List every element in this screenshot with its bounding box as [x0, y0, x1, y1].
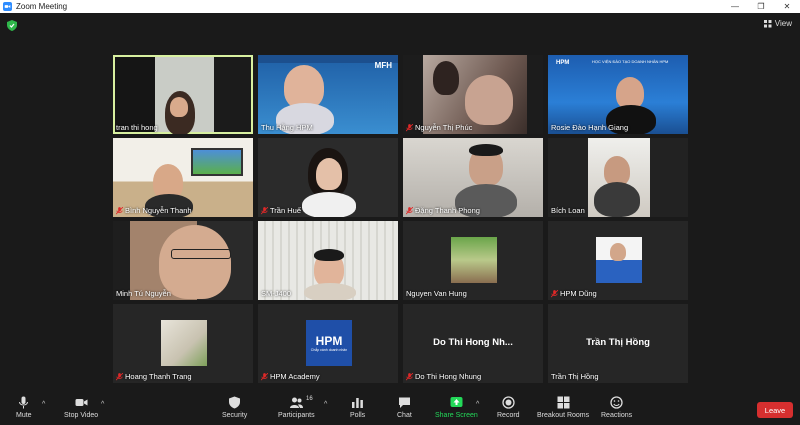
participant-name: Bình Nguyễn Thanh — [125, 206, 192, 215]
video-camera-icon — [75, 399, 88, 406]
banner-logo-text: MFH — [374, 61, 392, 70]
hpm-mini-logo: HPM — [556, 60, 570, 66]
participant-tile[interactable]: HPM Dũng — [548, 221, 688, 300]
view-label: View — [774, 19, 792, 28]
profile-photo — [161, 320, 207, 366]
muted-mic-icon — [406, 372, 413, 380]
participant-tile[interactable]: Trần Huế — [258, 138, 398, 217]
participant-tile[interactable]: HPM HỌC VIỆN ĐÀO TẠO DOANH NHÂN HPM Rosi… — [548, 55, 688, 134]
muted-mic-icon — [116, 206, 123, 214]
meeting-controls-toolbar: Mute ^ Stop Video ^ Security Participant… — [0, 394, 800, 425]
mute-button[interactable]: Mute — [16, 396, 32, 419]
participant-tile[interactable]: Nguyễn Thị Phúc — [403, 55, 543, 134]
participant-name: SM-J400 — [261, 289, 292, 298]
participant-tile[interactable]: MFH Thu Hằng HPM — [258, 55, 398, 134]
participant-tile[interactable]: Bích Loan — [548, 138, 688, 217]
muted-mic-icon — [261, 206, 268, 214]
participant-tile[interactable]: HPM Chắp cánh doanh nhân HPM Academy — [258, 304, 398, 383]
stop-video-label: Stop Video — [64, 412, 99, 419]
muted-mic-icon — [261, 372, 268, 380]
breakout-rooms-icon — [557, 396, 570, 409]
stop-video-button[interactable]: Stop Video — [64, 396, 98, 419]
audio-options-chevron-icon[interactable]: ^ — [42, 401, 45, 408]
participant-name: Hoang Thanh Trang — [125, 372, 192, 381]
mute-label: Mute — [16, 412, 32, 419]
share-screen-label: Share Screen — [435, 412, 478, 419]
close-icon[interactable]: ✕ — [774, 0, 800, 13]
participant-name: HPM Dũng — [560, 289, 597, 298]
banner-text: HỌC VIỆN ĐÀO TẠO DOANH NHÂN HPM — [592, 59, 669, 64]
reactions-label: Reactions — [601, 412, 633, 419]
participant-display-name: Trần Thị Hồng — [586, 337, 650, 348]
participant-name: Do Thi Hong Nhung — [415, 372, 482, 381]
participants-options-chevron-icon[interactable]: ^ — [324, 401, 327, 408]
participant-name: Bích Loan — [551, 206, 585, 215]
participant-tile[interactable]: Trần Thị Hồng Trần Thị Hồng — [548, 304, 688, 383]
participant-name: Rosie Đào Hạnh Giang — [551, 123, 629, 132]
participant-name: Đặng Thanh Phong — [415, 206, 480, 215]
window-title: Zoom Meeting — [16, 2, 68, 11]
participant-name: Nguyen Van Hung — [406, 289, 467, 298]
title-bar: Zoom Meeting — ❐ ✕ — [0, 0, 800, 13]
participant-video — [433, 61, 459, 95]
security-button[interactable]: Security — [222, 396, 247, 419]
reactions-smiley-icon — [610, 396, 623, 409]
participant-tile[interactable]: Minh Tú Nguyễn — [113, 221, 253, 300]
participant-tile[interactable]: Hoang Thanh Trang — [113, 304, 253, 383]
maximize-icon[interactable]: ❐ — [748, 0, 774, 13]
participant-name: Nguyễn Thị Phúc — [415, 123, 473, 132]
participant-name: Trần Huế — [270, 206, 301, 215]
participant-tile[interactable]: Đặng Thanh Phong — [403, 138, 543, 217]
gallery-grid: tran thi hong MFH Thu Hằng HPM Nguyễn Th… — [113, 55, 688, 383]
participant-tile[interactable]: Nguyen Van Hung — [403, 221, 543, 300]
share-screen-icon — [450, 397, 463, 407]
polls-label: Polls — [350, 412, 366, 419]
reactions-button[interactable]: Reactions — [601, 396, 632, 419]
grid-view-icon — [763, 19, 772, 27]
share-screen-button[interactable]: Share Screen — [435, 396, 478, 419]
breakout-rooms-label: Breakout Rooms — [537, 412, 590, 419]
chat-icon — [398, 397, 410, 408]
muted-mic-icon — [406, 206, 413, 214]
participant-count: 16 — [306, 396, 313, 402]
participant-name: Minh Tú Nguyễn — [116, 289, 171, 298]
hpm-logo-photo: HPM Chắp cánh doanh nhân — [306, 320, 352, 366]
security-label: Security — [222, 412, 248, 419]
participant-name: tran thi hong — [116, 123, 158, 132]
participant-name: Trần Thị Hồng — [551, 372, 599, 381]
security-shield-icon — [229, 396, 241, 409]
zoom-logo-icon — [3, 2, 12, 11]
chat-button[interactable]: Chat — [397, 396, 412, 419]
participant-video — [159, 225, 231, 299]
chat-label: Chat — [397, 412, 412, 419]
video-options-chevron-icon[interactable]: ^ — [101, 401, 104, 408]
minimize-icon[interactable]: — — [722, 0, 748, 13]
encryption-shield-icon[interactable] — [7, 20, 17, 31]
participant-display-name: Do Thi Hong Nh... — [433, 337, 513, 348]
breakout-rooms-button[interactable]: Breakout Rooms — [537, 396, 589, 419]
view-button[interactable]: View — [763, 19, 792, 28]
leave-button[interactable]: Leave — [757, 402, 793, 418]
participant-name: HPM Academy — [270, 372, 320, 381]
record-button[interactable]: Record — [497, 396, 520, 419]
participant-tile[interactable]: Bình Nguyễn Thanh — [113, 138, 253, 217]
participants-label: Participants — [278, 412, 315, 419]
participant-tile[interactable]: SM-J400 — [258, 221, 398, 300]
participants-icon — [289, 397, 303, 408]
muted-mic-icon — [551, 289, 558, 297]
muted-mic-icon — [116, 372, 123, 380]
polls-icon — [352, 398, 363, 408]
share-options-chevron-icon[interactable]: ^ — [476, 401, 479, 408]
participant-tile[interactable]: tran thi hong — [113, 55, 253, 134]
participant-tile[interactable]: Do Thi Hong Nh... Do Thi Hong Nhung — [403, 304, 543, 383]
muted-mic-icon — [406, 123, 413, 131]
record-icon — [502, 396, 515, 409]
meeting-top-bar: View — [0, 13, 800, 39]
record-label: Record — [497, 412, 520, 419]
polls-button[interactable]: Polls — [350, 396, 365, 419]
participant-name: Thu Hằng HPM — [261, 123, 313, 132]
microphone-icon — [19, 396, 29, 409]
profile-photo — [451, 237, 497, 283]
